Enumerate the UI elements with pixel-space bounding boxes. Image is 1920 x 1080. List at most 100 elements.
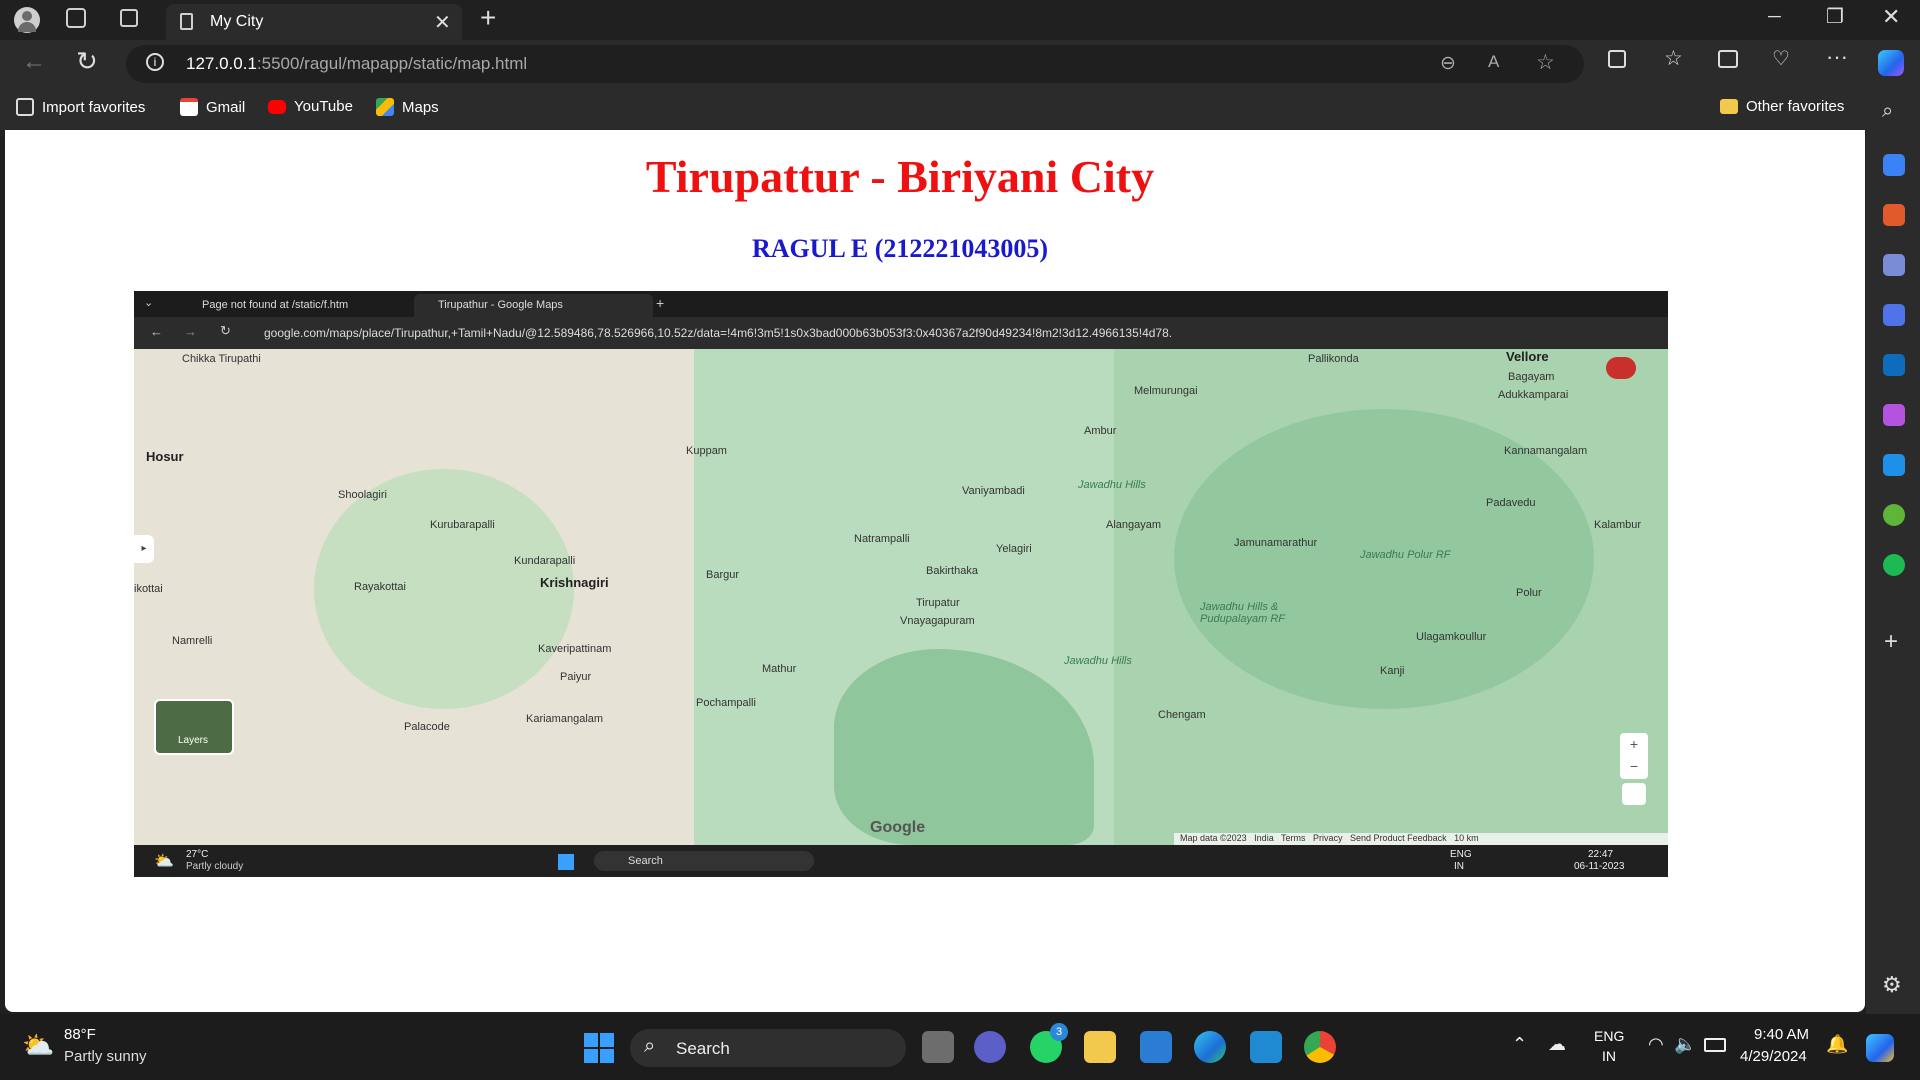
collections-icon[interactable] [1718, 50, 1738, 68]
whatsapp-icon[interactable]: 3 [1030, 1023, 1068, 1063]
gmail-label: Gmail [206, 98, 246, 116]
favorites-icon[interactable]: ☆ [1664, 46, 1683, 71]
search-icon: ⌕ [644, 1035, 656, 1057]
map-label-kuppam: Kuppam [686, 445, 727, 457]
copilot-icon[interactable] [1878, 50, 1904, 76]
vscode-icon[interactable] [1250, 1031, 1282, 1063]
profile-avatar[interactable] [14, 7, 40, 33]
map-label-kalambur: Kalambur [1594, 519, 1642, 531]
map-label-jawadhu-pudupalayam: Jawadhu Hills & Pudupalayam RF [1200, 601, 1285, 625]
clock-time[interactable]: 9:40 AM [1754, 1026, 1809, 1043]
sidebar-add-icon[interactable]: + [1884, 628, 1898, 656]
screenshot-tab-1-title: Page not found at /static/f.htm [202, 299, 349, 311]
chrome-icon[interactable] [1304, 1031, 1336, 1063]
address-bar[interactable]: i 127.0.0.1:5500/ragul/mapapp/static/map… [126, 45, 1584, 83]
performance-icon[interactable]: ♡ [1772, 46, 1790, 71]
language-indicator[interactable]: ENG [1594, 1028, 1624, 1044]
task-view-icon[interactable] [922, 1031, 954, 1063]
screenshot-address-bar: ← → ↻ google.com/maps/place/Tirupathur,+… [134, 317, 1668, 349]
notifications-icon[interactable]: 🔔 [1826, 1034, 1848, 1055]
youtube-label: YouTube [294, 98, 353, 115]
battery-icon[interactable] [1704, 1038, 1726, 1052]
sidebar-tools-icon[interactable] [1883, 204, 1905, 226]
sidebar-spotify-icon[interactable] [1883, 554, 1905, 576]
read-aloud-icon[interactable]: A [1488, 52, 1499, 72]
site-info-icon[interactable]: i [146, 53, 164, 71]
sidebar-tree-icon[interactable] [1883, 504, 1905, 526]
zoom-icon[interactable]: ⊖ [1440, 52, 1456, 75]
refresh-icon[interactable]: ↻ [76, 46, 98, 77]
map-label-kanji: Kanji [1380, 665, 1405, 677]
wifi-icon[interactable]: ◠ [1648, 1034, 1664, 1055]
map-label-krishnagiri: Krishnagiri [540, 575, 609, 590]
weather-icon[interactable]: ⛅ [22, 1030, 54, 1061]
start-icon[interactable] [584, 1033, 614, 1063]
map-label-adukkamparai: Adukkamparai [1498, 389, 1569, 401]
close-tab-icon[interactable]: ✕ [434, 10, 451, 35]
show-hidden-icons-icon[interactable]: ⌃ [1512, 1034, 1527, 1055]
favorite-star-icon[interactable]: ☆ [1536, 50, 1555, 75]
back-icon[interactable]: ← [22, 48, 46, 76]
weather-temp[interactable]: 88°F [64, 1026, 96, 1043]
map-label-shoolagiri: Shoolagiri [338, 489, 387, 501]
youtube-link[interactable]: YouTube [268, 98, 353, 115]
minimize-icon[interactable]: ─ [1768, 6, 1781, 27]
weather-desc[interactable]: Partly sunny [64, 1048, 147, 1065]
restore-icon[interactable]: ❐ [1826, 4, 1844, 29]
file-explorer-icon[interactable] [1084, 1031, 1116, 1063]
gmail-link[interactable]: Gmail [180, 98, 245, 116]
import-favorites-link[interactable]: Import favorites [16, 98, 145, 116]
sidebar-settings-icon[interactable]: ⚙ [1882, 972, 1902, 998]
map-label-vnayagapuram: Vnayagapuram [900, 615, 975, 627]
sidebar-copilot-icon[interactable] [1883, 304, 1905, 326]
map-label-chikka: Chikka Tirupathi [182, 353, 261, 365]
sidebar-search-icon[interactable]: ⌕ [1882, 100, 1893, 123]
sidebar-shopping-icon[interactable] [1883, 154, 1905, 176]
copilot-taskbar-icon[interactable] [1866, 1034, 1894, 1062]
map-zoom-controls: + − [1620, 733, 1648, 779]
map-label-vaniyambadi: Vaniyambadi [962, 485, 1025, 497]
screenshot-tab-2-title: Tirupathur - Google Maps [438, 299, 563, 311]
microsoft-store-icon[interactable] [1140, 1031, 1172, 1063]
more-options-icon[interactable]: ··· [1826, 44, 1848, 70]
other-favorites-link[interactable]: Other favorites [1720, 98, 1844, 115]
new-tab-icon[interactable]: + [480, 2, 496, 34]
sidebar-send-icon[interactable] [1883, 454, 1905, 476]
url-path: :5500/ragul/mapapp/static/map.html [256, 54, 528, 73]
screenshot-lang: ENG [1450, 849, 1472, 860]
import-icon [16, 98, 34, 116]
url-text[interactable]: 127.0.0.1:5500/ragul/mapapp/static/map.h… [186, 54, 527, 74]
map-label-polur: Polur [1516, 587, 1542, 599]
screenshot-tab-2: Tirupathur - Google Maps [414, 294, 653, 317]
taskbar-search-label: Search [676, 1039, 730, 1058]
map-label-rayakottai: Rayakottai [354, 581, 406, 593]
map-hills [314, 469, 574, 709]
map-label-vellore: Vellore [1506, 349, 1549, 364]
sidebar-games-icon[interactable] [1883, 254, 1905, 276]
onedrive-icon[interactable]: ☁ [1548, 1034, 1566, 1055]
workspaces-icon[interactable] [66, 8, 86, 28]
volume-icon[interactable]: 🔈 [1674, 1034, 1696, 1055]
split-screen-icon[interactable] [1608, 50, 1626, 68]
sidebar-outlook-icon[interactable] [1883, 354, 1905, 376]
map-label-paiyur: Paiyur [560, 671, 592, 683]
edge-icon[interactable] [1194, 1031, 1226, 1063]
screenshot-region: IN [1454, 861, 1464, 872]
map-label-kurubarapalli: Kurubarapalli [430, 519, 495, 531]
region-indicator[interactable]: IN [1602, 1048, 1616, 1064]
map-footer-text: Map data ©2023 India Terms Privacy Send … [1180, 833, 1479, 843]
screenshot-forward-icon: → [184, 324, 197, 339]
vertical-tabs-icon[interactable] [120, 9, 138, 27]
clock-date[interactable]: 4/29/2024 [1740, 1048, 1807, 1065]
sidebar-designer-icon[interactable] [1883, 404, 1905, 426]
map-label-kaveripattinam: Kaveripattinam [538, 643, 612, 655]
maps-link[interactable]: Maps [376, 98, 439, 116]
taskbar-search-box[interactable]: ⌕ Search [630, 1029, 906, 1067]
whatsapp-badge: 3 [1050, 1023, 1068, 1041]
map-label-hosur: Hosur [146, 449, 184, 464]
map-label-namrelli: Namrelli [172, 635, 213, 647]
youtube-icon [268, 99, 286, 114]
tab-my-city[interactable]: My City ✕ [166, 4, 462, 40]
close-window-icon[interactable]: ✕ [1882, 4, 1900, 30]
teams-icon[interactable] [974, 1031, 1006, 1063]
